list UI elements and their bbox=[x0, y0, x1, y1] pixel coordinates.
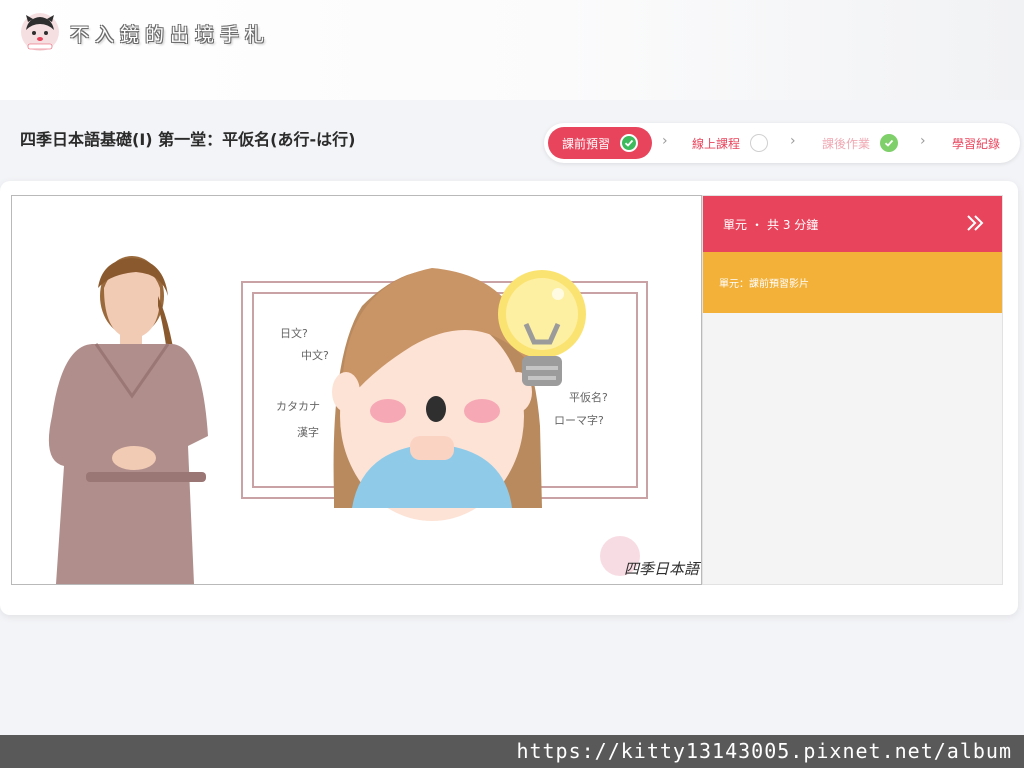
unit-item-label: 單元：課前預習影片 bbox=[719, 279, 809, 290]
chevron-right-icon: › bbox=[662, 133, 668, 149]
video-watermark: 四季日本語 bbox=[624, 560, 702, 578]
double-chevron-right-icon[interactable] bbox=[964, 212, 986, 234]
check-icon bbox=[880, 134, 899, 152]
unit-header-label: 單元 bbox=[723, 217, 748, 232]
video-player[interactable]: 日文? 中文? カタカナ 漢字 平仮名? ローマ字? 四季日本語 bbox=[11, 195, 702, 585]
course-stepper: 課前預習 › 線上課程 › 課後作業 › 學習紀錄 bbox=[544, 123, 1020, 163]
slide-word: 平仮名? bbox=[569, 390, 608, 404]
unit-header-duration: 共 3 分鐘 bbox=[767, 217, 819, 232]
step-pre-class[interactable]: 課前預習 bbox=[548, 127, 652, 159]
step-label: 線上課程 bbox=[692, 136, 741, 151]
slide-word: 日文? bbox=[280, 326, 308, 340]
step-label: 學習紀錄 bbox=[952, 136, 1001, 151]
footer-url: https://kitty13143005.pixnet.net/album bbox=[516, 739, 1012, 763]
empty-circle-icon bbox=[750, 134, 769, 152]
chevron-right-icon: › bbox=[790, 133, 796, 149]
step-homework[interactable]: 課後作業 bbox=[822, 127, 899, 159]
step-learning-record[interactable]: 學習紀錄 bbox=[952, 127, 1000, 159]
unit-header-separator: ・ bbox=[751, 217, 764, 232]
page-title: 四季日本語基礎(I) 第一堂：平仮名(あ行-は行) bbox=[20, 130, 356, 149]
video-frame: 日文? 中文? カタカナ 漢字 平仮名? ローマ字? 四季日本語 bbox=[48, 256, 702, 584]
step-label: 課前預習 bbox=[562, 136, 611, 151]
unit-item-pre-class-video[interactable]: 單元：課前預習影片 bbox=[703, 252, 1002, 313]
cartoon-face-logo-icon[interactable] bbox=[20, 12, 60, 52]
presenter-figure bbox=[48, 256, 208, 584]
unit-header[interactable]: 單元 ・ 共 3 分鐘 bbox=[703, 196, 1002, 252]
unit-panel: 單元 ・ 共 3 分鐘 單元：課前預習影片 bbox=[702, 195, 1003, 585]
slide-word: カタカナ bbox=[276, 400, 320, 413]
slide-word: 中文? bbox=[301, 348, 329, 362]
brand-header: 不入鏡的出境手札 bbox=[0, 0, 1024, 100]
check-icon bbox=[620, 134, 639, 152]
slide-word: 漢字 bbox=[297, 425, 319, 439]
step-label: 課後作業 bbox=[822, 136, 871, 151]
chevron-right-icon: › bbox=[920, 133, 926, 149]
brand-title[interactable]: 不入鏡的出境手札 bbox=[70, 20, 270, 47]
footer-watermark-bar: https://kitty13143005.pixnet.net/album bbox=[0, 735, 1024, 768]
slide-word: ローマ字? bbox=[554, 413, 604, 427]
step-online-course[interactable]: 線上課程 bbox=[692, 127, 769, 159]
